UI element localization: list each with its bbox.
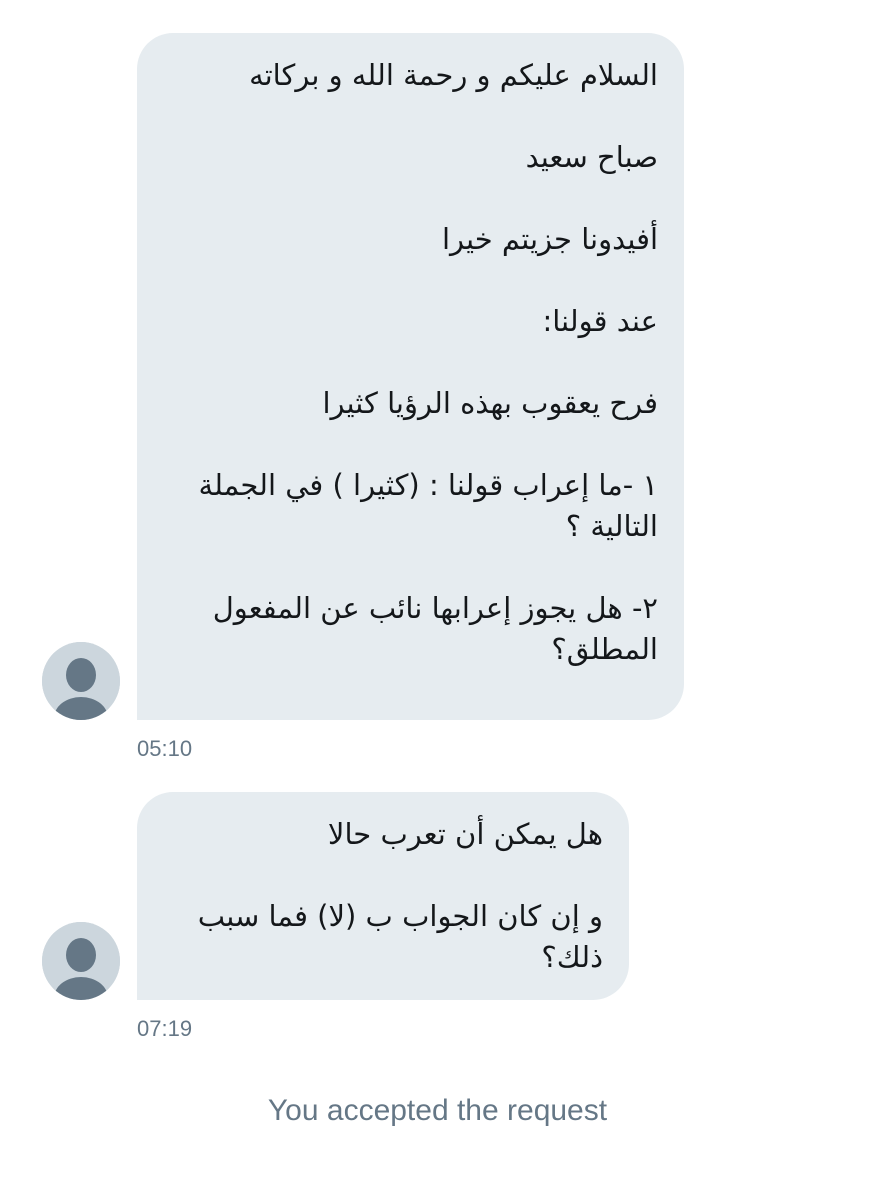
message-paragraph: و إن كان الجواب ب (لا) فما سبب ذلك؟ — [197, 899, 603, 974]
message-paragraph: أفيدونا جزيتم خيرا — [441, 222, 658, 256]
message-bubble[interactable]: هل يمكن أن تعرب حالا و إن كان الجواب ب (… — [137, 792, 629, 1000]
request-accepted-notice: You accepted the request — [267, 1094, 608, 1127]
default-user-icon — [42, 922, 120, 1000]
message-bubble[interactable]: السلام عليكم و رحمة الله و بركاته صباح س… — [137, 33, 684, 720]
sender-avatar[interactable] — [42, 922, 120, 1000]
message-paragraph: عند قولنا: — [542, 304, 658, 338]
sender-avatar[interactable] — [42, 642, 120, 720]
message-paragraph: ٢- هل يجوز إعرابها نائب عن المفعول المطل… — [212, 591, 658, 666]
message-paragraph: ١ -ما إعراب قولنا : (كثيرا ) في الجملة ا… — [198, 468, 658, 543]
message-paragraph: هل يمكن أن تعرب حالا — [327, 817, 603, 851]
message-timestamp: 05:10 — [137, 736, 193, 761]
message-timestamp: 07:19 — [137, 1016, 193, 1041]
default-user-icon — [42, 642, 120, 720]
message-paragraph: صباح سعيد — [525, 140, 658, 174]
message-paragraph: فرح يعقوب بهذه الرؤيا كثيرا — [322, 386, 659, 420]
message-paragraph: السلام عليكم و رحمة الله و بركاته — [249, 58, 658, 92]
